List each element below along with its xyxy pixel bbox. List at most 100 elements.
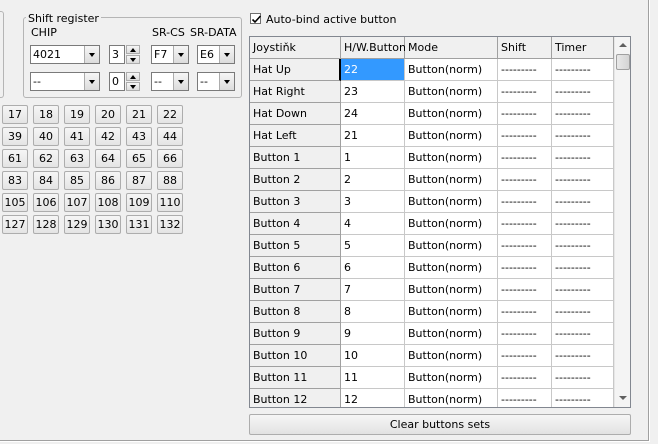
chevron-down-icon[interactable] (219, 73, 234, 90)
timer-cell[interactable]: --------- (552, 169, 614, 191)
hw-button-cell[interactable]: 23 (341, 81, 405, 103)
table-row[interactable]: Hat Down 24 Button(norm) --------- --------- (250, 103, 614, 125)
sr-cs-select-2[interactable]: -- (151, 72, 189, 91)
hw-button-cell[interactable]: 4 (341, 213, 405, 235)
table-row[interactable]: Hat Left 21 Button(norm) --------- --------- (250, 125, 614, 147)
shift-cell[interactable]: --------- (498, 103, 552, 125)
timer-cell[interactable]: --------- (552, 235, 614, 257)
timer-cell[interactable]: --------- (552, 257, 614, 279)
timer-cell[interactable]: --------- (552, 345, 614, 367)
number-button[interactable]: 131 (126, 215, 152, 234)
sr-cs-select-1[interactable]: F7 (151, 45, 189, 64)
auto-bind-checkbox[interactable] (250, 13, 262, 24)
sr-data-select-2[interactable]: -- (197, 72, 235, 91)
row-header[interactable]: Hat Down (250, 103, 341, 125)
number-button[interactable]: 110 (157, 193, 183, 212)
number-button[interactable]: 41 (64, 127, 90, 146)
shift-cell[interactable]: --------- (498, 59, 552, 81)
table-row[interactable]: Button 3 3 Button(norm) --------- --------- (250, 191, 614, 213)
number-button[interactable]: 107 (64, 193, 90, 212)
mode-cell[interactable]: Button(norm) (405, 279, 498, 301)
number-button[interactable]: 64 (95, 149, 121, 168)
table-row[interactable]: Hat Up 22 Button(norm) --------- --------- (250, 59, 614, 81)
mode-cell[interactable]: Button(norm) (405, 235, 498, 257)
number-button[interactable]: 84 (33, 171, 59, 190)
number-button[interactable]: 88 (157, 171, 183, 190)
table-row[interactable]: Button 10 10 Button(norm) --------- --------… (250, 345, 614, 367)
table-row[interactable]: Button 5 5 Button(norm) --------- --------- (250, 235, 614, 257)
timer-cell[interactable]: --------- (552, 301, 614, 323)
row-header[interactable]: Button 4 (250, 213, 341, 235)
count-stepper-1[interactable]: 3 (109, 45, 141, 64)
sr-data-select-1[interactable]: E6 (197, 45, 235, 64)
number-button[interactable]: 128 (33, 215, 59, 234)
row-header[interactable]: Button 12 (250, 389, 341, 407)
caret-up-icon[interactable] (126, 45, 140, 54)
number-button[interactable]: 106 (33, 193, 59, 212)
hw-button-cell[interactable]: 1 (341, 147, 405, 169)
scroll-up-icon[interactable] (615, 37, 630, 54)
number-button[interactable]: 85 (64, 171, 90, 190)
mode-cell[interactable]: Button(norm) (405, 81, 498, 103)
hw-button-cell[interactable]: 8 (341, 301, 405, 323)
number-button[interactable]: 43 (126, 127, 152, 146)
caret-up-icon[interactable] (126, 72, 140, 81)
shift-cell[interactable]: --------- (498, 345, 552, 367)
number-button[interactable]: 130 (95, 215, 121, 234)
chevron-down-icon[interactable] (173, 46, 188, 63)
chevron-down-icon[interactable] (173, 73, 188, 90)
number-button[interactable]: 17 (2, 105, 28, 124)
row-header[interactable]: Button 5 (250, 235, 341, 257)
number-button[interactable]: 65 (126, 149, 152, 168)
header-joystick[interactable]: Joystiňk (250, 37, 341, 59)
number-button[interactable]: 127 (2, 215, 28, 234)
number-button[interactable]: 19 (64, 105, 90, 124)
number-button[interactable]: 21 (126, 105, 152, 124)
scroll-down-icon[interactable] (615, 390, 630, 407)
timer-cell[interactable]: --------- (552, 147, 614, 169)
number-button[interactable]: 18 (33, 105, 59, 124)
shift-cell[interactable]: --------- (498, 125, 552, 147)
mode-cell[interactable]: Button(norm) (405, 191, 498, 213)
table-row[interactable]: Button 1 1 Button(norm) --------- --------- (250, 147, 614, 169)
count-stepper-2[interactable]: 0 (109, 72, 141, 91)
number-button[interactable]: 66 (157, 149, 183, 168)
timer-cell[interactable]: --------- (552, 125, 614, 147)
number-button[interactable]: 132 (157, 215, 183, 234)
number-button[interactable]: 63 (64, 149, 90, 168)
table-row[interactable]: Hat Right 23 Button(norm) --------- --------… (250, 81, 614, 103)
timer-cell[interactable]: --------- (552, 323, 614, 345)
number-button[interactable]: 61 (2, 149, 28, 168)
hw-button-cell[interactable]: 2 (341, 169, 405, 191)
timer-cell[interactable]: --------- (552, 389, 614, 407)
table-row[interactable]: Button 4 4 Button(norm) --------- --------- (250, 213, 614, 235)
hw-button-cell[interactable]: 10 (341, 345, 405, 367)
mode-cell[interactable]: Button(norm) (405, 345, 498, 367)
row-header[interactable]: Button 1 (250, 147, 341, 169)
row-header[interactable]: Button 8 (250, 301, 341, 323)
number-button[interactable]: 62 (33, 149, 59, 168)
number-button[interactable]: 87 (126, 171, 152, 190)
shift-cell[interactable]: --------- (498, 81, 552, 103)
mode-cell[interactable]: Button(norm) (405, 213, 498, 235)
number-button[interactable]: 39 (2, 127, 28, 146)
timer-cell[interactable]: --------- (552, 279, 614, 301)
shift-cell[interactable]: --------- (498, 389, 552, 407)
timer-cell[interactable]: --------- (552, 191, 614, 213)
table-row[interactable]: Button 9 9 Button(norm) --------- --------- (250, 323, 614, 345)
row-header[interactable]: Button 11 (250, 367, 341, 389)
number-button[interactable]: 83 (2, 171, 28, 190)
hw-button-cell[interactable]: 3 (341, 191, 405, 213)
hw-button-cell[interactable]: 24 (341, 103, 405, 125)
mode-cell[interactable]: Button(norm) (405, 59, 498, 81)
shift-cell[interactable]: --------- (498, 257, 552, 279)
shift-cell[interactable]: --------- (498, 147, 552, 169)
chip-select-2[interactable]: -- (30, 72, 100, 91)
number-button[interactable]: 22 (157, 105, 183, 124)
shift-cell[interactable]: --------- (498, 301, 552, 323)
scroll-thumb[interactable] (616, 54, 630, 70)
number-button[interactable]: 105 (2, 193, 28, 212)
mode-cell[interactable]: Button(norm) (405, 257, 498, 279)
header-mode[interactable]: Mode (405, 37, 498, 59)
row-header[interactable]: Button 7 (250, 279, 341, 301)
